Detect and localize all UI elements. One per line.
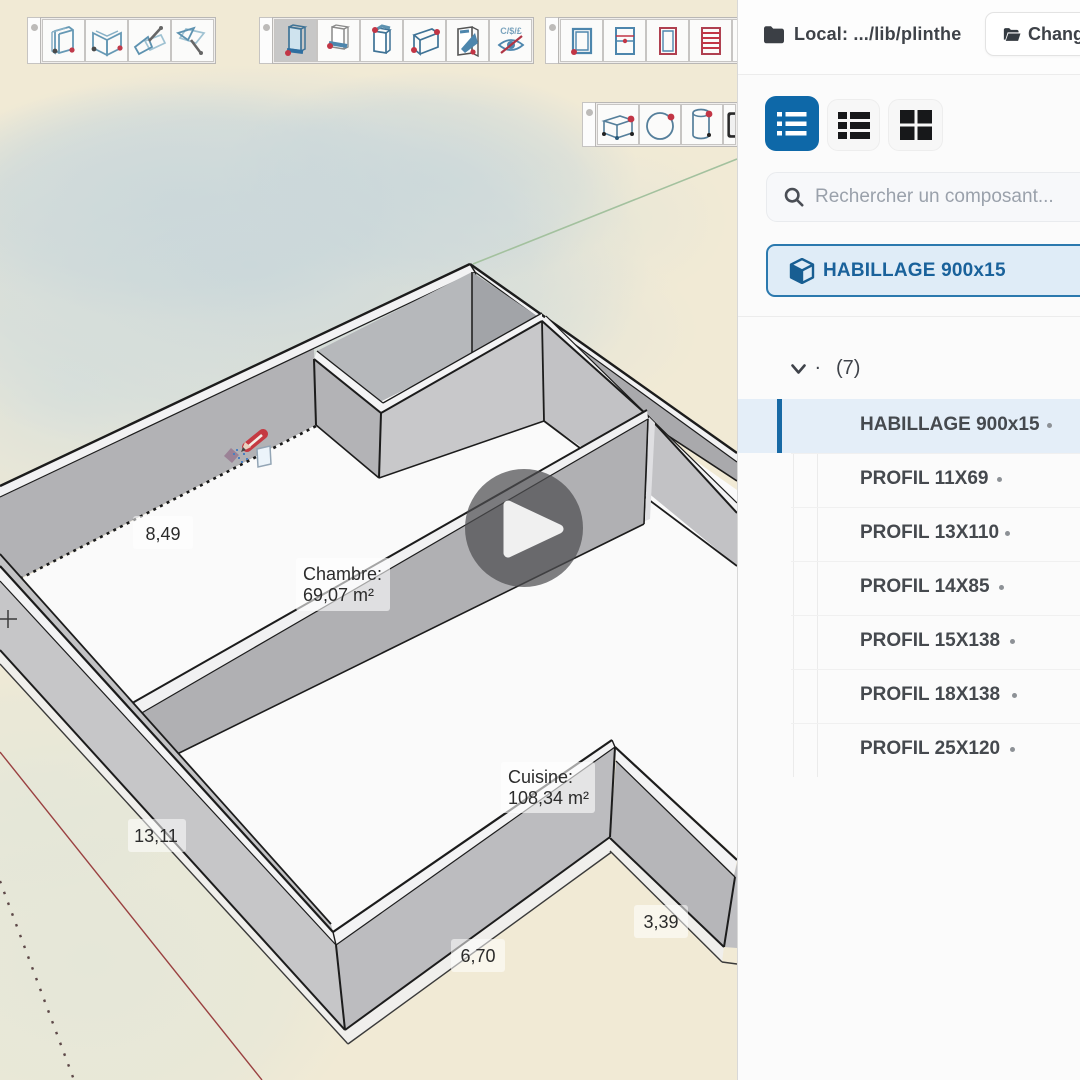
svg-text:108,34 m²: 108,34 m² — [508, 788, 589, 808]
svg-text:C/$/£: C/$/£ — [500, 26, 522, 36]
svg-text:Cuisine:: Cuisine: — [508, 767, 573, 787]
svg-text:3,39: 3,39 — [643, 912, 678, 932]
svg-text:Chambre:: Chambre: — [303, 564, 382, 584]
svg-text:69,07 m²: 69,07 m² — [303, 585, 374, 605]
svg-text:6,70: 6,70 — [460, 946, 495, 966]
svg-text:13,11: 13,11 — [134, 826, 178, 846]
svg-text:8,49: 8,49 — [145, 524, 180, 544]
